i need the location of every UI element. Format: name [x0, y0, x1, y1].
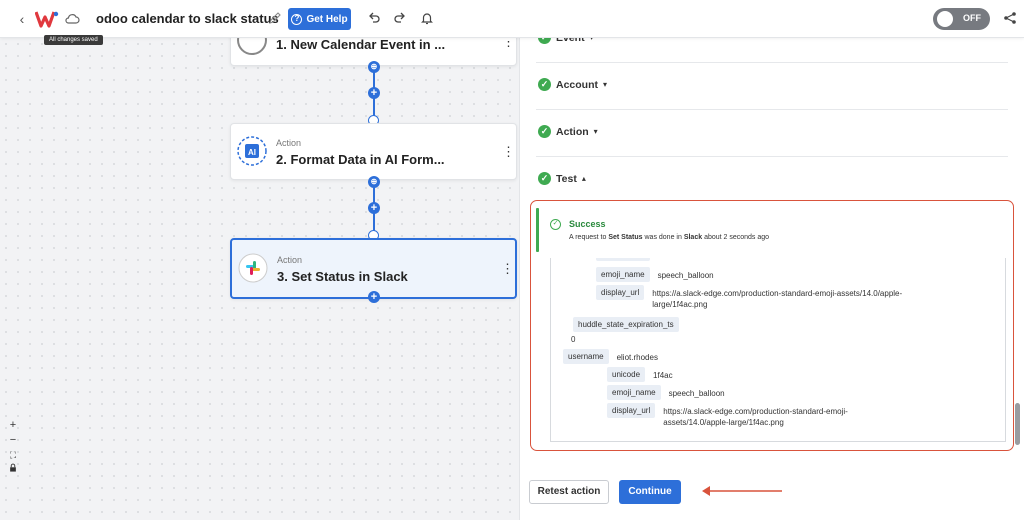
- kebab-menu-icon[interactable]: ⋮: [502, 145, 515, 159]
- svg-text:AI: AI: [248, 148, 256, 157]
- redo-icon[interactable]: [393, 11, 407, 25]
- step-name-1: 1. New Calendar Event in ...: [276, 37, 446, 52]
- section-action[interactable]: ✓ Action ▾: [538, 125, 598, 138]
- success-check-icon: ✓: [550, 219, 561, 230]
- divider: [536, 109, 1008, 110]
- tree-key: display_url: [596, 285, 645, 300]
- section-test[interactable]: ✓ Test ▴: [538, 172, 586, 185]
- cloud-icon: [65, 14, 80, 24]
- workflow-toggle[interactable]: OFF: [933, 8, 990, 30]
- continue-button[interactable]: Continue: [619, 480, 681, 504]
- question-icon: ?: [291, 13, 303, 25]
- section-label: Test: [556, 172, 577, 185]
- msg-time: about 2 seconds ago: [704, 234, 770, 241]
- section-account[interactable]: ✓ Account ▾: [538, 78, 607, 91]
- step-config-panel: ✓ Event ▾ ✓ Account ▾ ✓ Action ▾ ✓ Test …: [519, 31, 1024, 520]
- tree-row: unicode 1f4ac: [607, 367, 673, 382]
- section-label: Account: [556, 78, 598, 91]
- add-step-icon[interactable]: +: [368, 202, 380, 214]
- result-data-tree[interactable]: emoji_name speech_balloon display_url ht…: [550, 258, 1006, 442]
- tree-key: emoji_name: [596, 267, 650, 282]
- tree-value: 1f4ac: [653, 371, 673, 380]
- step-card-3[interactable]: Action 3. Set Status in Slack ⋮: [230, 238, 517, 299]
- tree-row: 0: [571, 331, 575, 345]
- tree-value: 0: [571, 335, 576, 344]
- divider: [536, 156, 1008, 157]
- success-message: A request to Set Status was done in Slac…: [569, 234, 769, 241]
- toggle-knob: [937, 11, 953, 27]
- chevron-up-icon: ▴: [581, 174, 586, 183]
- tree-row: emoji_name speech_balloon: [607, 385, 725, 400]
- fit-view-icon[interactable]: ⛶: [6, 448, 20, 462]
- tree-key: display_url: [607, 403, 656, 418]
- lock-icon[interactable]: [6, 463, 20, 477]
- workflow-canvas[interactable]: 1. New Calendar Event in ... ⋮ ⊕ + AI Ac…: [0, 25, 519, 520]
- tree-value: https://a.slack-edge.com/production-stan…: [663, 407, 848, 427]
- step-kind-3: Action: [277, 255, 303, 265]
- divider: [536, 62, 1008, 63]
- tree-row: emoji_name speech_balloon: [596, 267, 714, 282]
- tree-key: emoji_name: [607, 385, 661, 400]
- toggle-label: OFF: [963, 13, 981, 23]
- saved-tooltip: All changes saved: [44, 35, 103, 45]
- annotation-arrow: [702, 486, 782, 496]
- kebab-menu-icon[interactable]: ⋮: [501, 262, 514, 276]
- get-help-label: Get Help: [306, 13, 348, 25]
- tree-value: eliot.rhodes: [616, 353, 658, 362]
- tree-value: speech_balloon: [668, 389, 725, 398]
- workflow-title[interactable]: odoo calendar to slack status: [96, 11, 279, 26]
- retest-action-button[interactable]: Retest action: [529, 480, 609, 504]
- chevron-left-icon[interactable]: ‹: [14, 10, 30, 28]
- tree-key-partial: [596, 258, 650, 261]
- pencil-icon[interactable]: [268, 11, 282, 25]
- msg-action: Set Status: [608, 234, 643, 241]
- tree-row: huddle_state_expiration_ts: [573, 317, 679, 332]
- test-result-box: ✓ Success A request to Set Status was do…: [530, 200, 1014, 451]
- success-indicator: [536, 208, 539, 252]
- zoom-out-icon[interactable]: −: [6, 433, 20, 447]
- ai-format-icon: AI: [237, 136, 267, 166]
- msg-prefix: A request to: [569, 234, 607, 241]
- add-step-icon[interactable]: +: [368, 87, 380, 99]
- step-card-2[interactable]: AI Action 2. Format Data in AI Form... ⋮: [230, 123, 517, 180]
- chevron-down-icon: ▾: [603, 80, 608, 89]
- bell-icon[interactable]: [420, 11, 434, 25]
- w-logo-icon[interactable]: [35, 10, 59, 28]
- tree-row: display_url https://a.slack-edge.com/pro…: [607, 403, 903, 428]
- check-icon: ✓: [538, 125, 551, 138]
- msg-mid: was done in: [644, 234, 682, 241]
- tree-row: username eliot.rhodes: [563, 349, 658, 364]
- msg-app: Slack: [683, 234, 703, 241]
- chevron-down-icon: ▾: [593, 127, 598, 136]
- scrollbar[interactable]: [1015, 403, 1020, 445]
- zoom-in-icon[interactable]: +: [6, 418, 20, 432]
- tree-key: huddle_state_expiration_ts: [573, 317, 679, 332]
- tree-row: display_url https://a.slack-edge.com/pro…: [596, 285, 912, 310]
- check-icon: ✓: [538, 172, 551, 185]
- check-icon: ✓: [538, 78, 551, 91]
- add-step-icon[interactable]: ⊕: [368, 61, 380, 73]
- slack-icon: [238, 253, 268, 283]
- section-label: Action: [556, 125, 589, 138]
- get-help-button[interactable]: ? Get Help: [288, 8, 351, 30]
- tree-value: speech_balloon: [657, 271, 714, 280]
- share-icon[interactable]: [1003, 11, 1017, 25]
- step-kind-2: Action: [276, 138, 302, 148]
- tree-key: unicode: [607, 367, 646, 382]
- top-bar: ‹ odoo calendar to slack status ? Get He…: [0, 0, 1024, 38]
- tree-value: https://a.slack-edge.com/production-stan…: [652, 289, 903, 309]
- step-name-2: 2. Format Data in AI Form...: [276, 152, 445, 167]
- add-step-icon[interactable]: ⊕: [368, 176, 380, 188]
- add-step-icon[interactable]: +: [368, 291, 380, 303]
- step-name-3: 3. Set Status in Slack: [277, 269, 408, 284]
- undo-icon[interactable]: [367, 11, 381, 25]
- tree-key: username: [563, 349, 609, 364]
- success-title: Success: [569, 219, 606, 229]
